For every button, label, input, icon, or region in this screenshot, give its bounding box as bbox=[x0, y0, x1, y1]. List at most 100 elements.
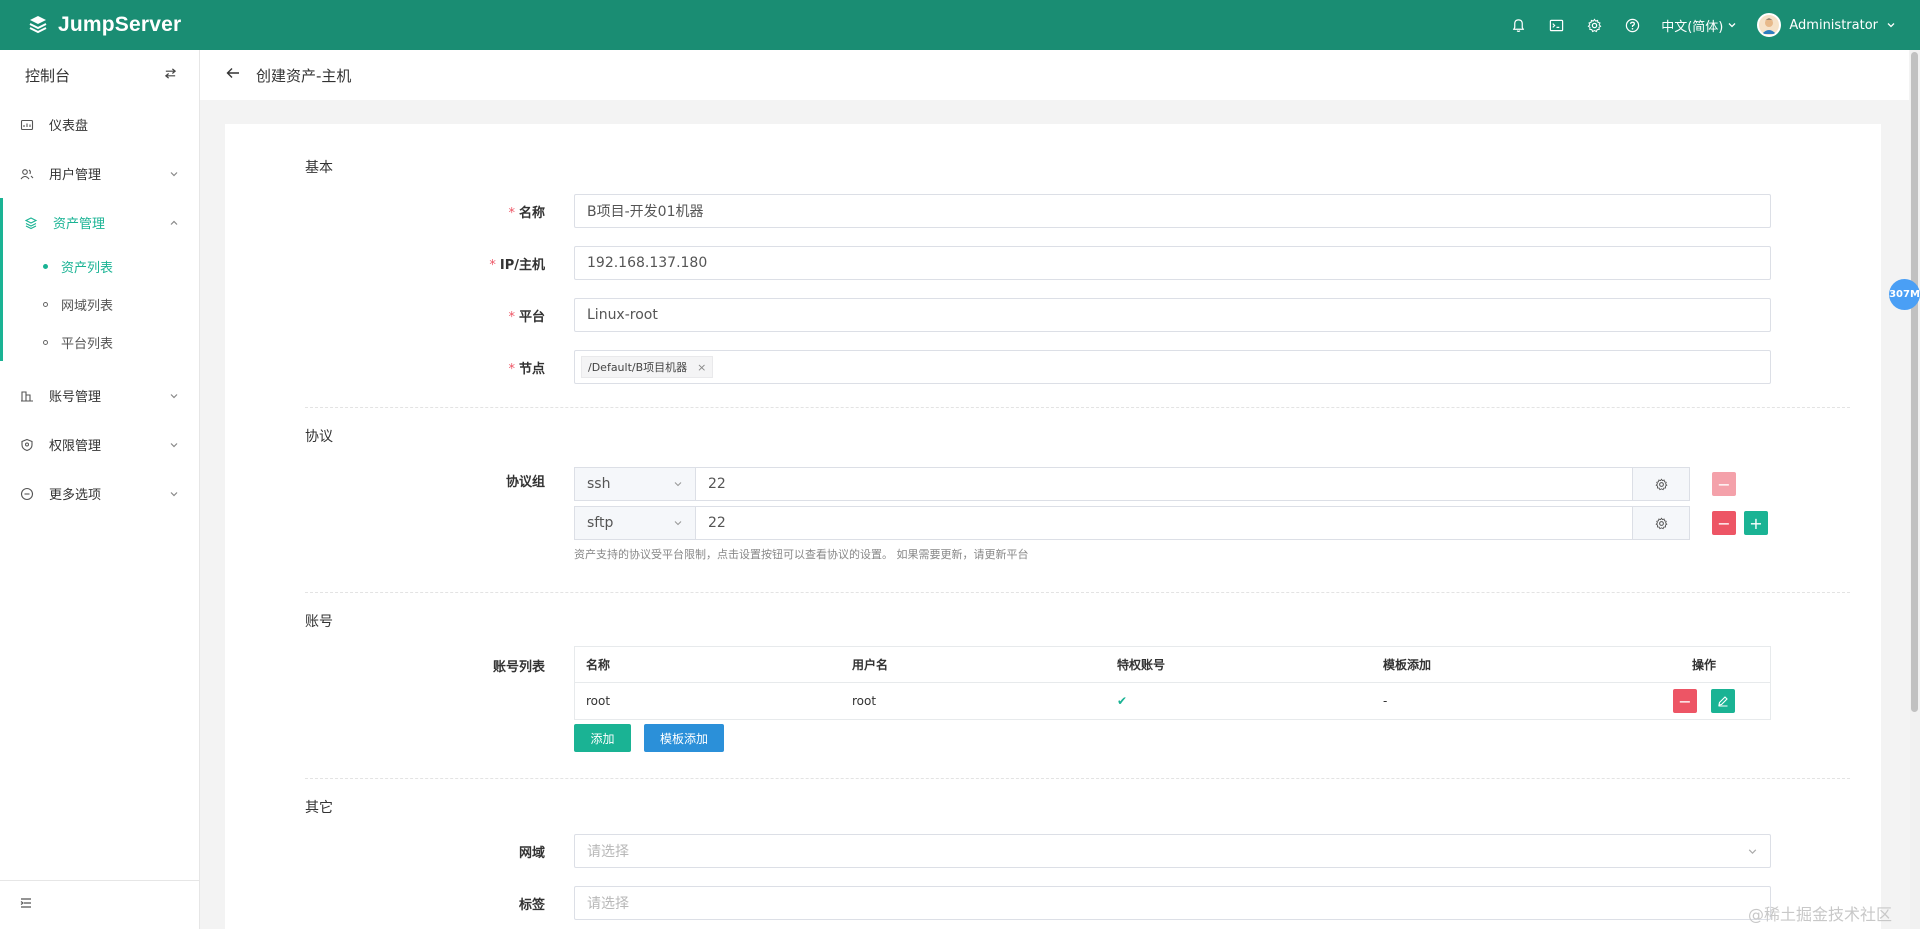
node-tag: /Default/B项目机器 × bbox=[581, 356, 714, 378]
account-list-label: 账号列表 bbox=[492, 660, 545, 675]
labels-label: 标签 bbox=[518, 898, 545, 913]
check-icon: ✔ bbox=[1117, 694, 1128, 708]
user-name: Administrator bbox=[1789, 17, 1878, 33]
gear-icon[interactable] bbox=[1585, 16, 1603, 34]
switch-view-icon[interactable] bbox=[164, 66, 177, 84]
protocol-group-label: 协议组 bbox=[505, 475, 545, 490]
plus-icon: + bbox=[1749, 513, 1763, 533]
page-header: 创建资产-主机 bbox=[200, 50, 1909, 100]
actions-cell: − bbox=[1638, 689, 1770, 713]
protocol-select[interactable]: ssh bbox=[575, 468, 696, 500]
domain-label: 网域 bbox=[518, 846, 545, 861]
memory-badge[interactable]: 307M bbox=[1889, 279, 1920, 310]
name-label: * 名称 bbox=[508, 206, 545, 221]
remove-protocol-button[interactable]: − bbox=[1712, 511, 1736, 535]
protocol-select[interactable]: sftp bbox=[575, 507, 696, 539]
sidebar-group-assets: 资产管理 资产列表 网域列表 平台列表 bbox=[0, 198, 199, 361]
labels-select[interactable]: 请选择 bbox=[574, 886, 1771, 920]
user-menu[interactable]: Administrator bbox=[1757, 13, 1896, 37]
language-select[interactable]: 中文(简体) bbox=[1661, 16, 1737, 35]
platform-label: * 平台 bbox=[508, 310, 545, 325]
account-username-cell: root bbox=[852, 694, 877, 708]
sidebar-item-label: 资产管理 bbox=[53, 217, 106, 232]
collapse-sidebar-icon[interactable] bbox=[20, 897, 32, 913]
bell-icon[interactable] bbox=[1509, 16, 1527, 34]
port-input[interactable]: 22 bbox=[696, 468, 1632, 500]
column-header: 模板添加 bbox=[1383, 658, 1432, 672]
back-arrow-icon[interactable] bbox=[226, 66, 240, 84]
port-input[interactable]: 22 bbox=[696, 507, 1632, 539]
sidebar-subitem-label: 平台列表 bbox=[61, 336, 114, 352]
domain-select[interactable]: 请选择 bbox=[574, 834, 1771, 868]
sidebar-item-label: 更多选项 bbox=[49, 488, 102, 503]
template-add-button[interactable]: 模板添加 bbox=[644, 724, 724, 752]
chevron-down-icon bbox=[1748, 848, 1757, 854]
name-input[interactable]: B项目-开发01机器 bbox=[574, 194, 1771, 228]
sidebar-item-label: 权限管理 bbox=[49, 439, 102, 454]
edit-account-button[interactable] bbox=[1711, 689, 1735, 713]
language-label: 中文(简体) bbox=[1661, 19, 1724, 35]
sidebar-title: 控制台 bbox=[25, 66, 71, 85]
chevron-down-icon bbox=[169, 391, 179, 401]
ip-input[interactable]: 192.168.137.180 bbox=[574, 246, 1771, 280]
sidebar-footer bbox=[0, 880, 199, 929]
node-select[interactable]: /Default/B项目机器 × bbox=[574, 350, 1771, 384]
protocol-settings-button[interactable] bbox=[1632, 507, 1689, 539]
account-name-cell: root bbox=[586, 694, 611, 708]
terminal-icon[interactable] bbox=[1547, 16, 1565, 34]
minus-icon: − bbox=[1678, 691, 1692, 711]
sidebar-header: 控制台 bbox=[0, 50, 199, 100]
protocol-settings-button[interactable] bbox=[1632, 468, 1689, 500]
sidebar-item-accounts[interactable]: 账号管理 bbox=[0, 371, 199, 420]
template-cell: - bbox=[1383, 694, 1388, 708]
scrollbar-thumb[interactable] bbox=[1911, 52, 1918, 712]
gear-icon bbox=[1655, 516, 1667, 529]
add-account-button[interactable]: 添加 bbox=[574, 724, 631, 752]
sidebar-item-users[interactable]: 用户管理 bbox=[0, 149, 199, 198]
platform-input[interactable]: Linux-root bbox=[574, 298, 1771, 332]
ip-label: * IP/主机 bbox=[489, 258, 545, 273]
remove-protocol-button[interactable]: − bbox=[1712, 472, 1736, 496]
add-protocol-button[interactable]: + bbox=[1744, 511, 1768, 535]
chevron-down-icon bbox=[169, 489, 179, 499]
sidebar-subitem-platform-list[interactable]: 平台列表 bbox=[3, 323, 199, 361]
chevron-down-icon bbox=[674, 482, 682, 487]
minus-icon: − bbox=[1717, 513, 1731, 533]
logo-text: JumpServer bbox=[58, 13, 182, 36]
sidebar-item-assets[interactable]: 资产管理 bbox=[3, 198, 199, 247]
bullet-icon bbox=[43, 339, 48, 345]
chevron-down-icon bbox=[1887, 23, 1895, 28]
sidebar-subitem-label: 资产列表 bbox=[61, 260, 114, 276]
chevron-down-icon bbox=[674, 521, 682, 526]
sidebar-subitem-label: 网域列表 bbox=[61, 298, 114, 314]
sidebar-subitem-asset-list[interactable]: 资产列表 bbox=[3, 247, 199, 285]
section-title-basic: 基本 bbox=[305, 160, 333, 176]
delete-account-button[interactable]: − bbox=[1673, 689, 1697, 713]
logo[interactable]: JumpServer bbox=[26, 13, 181, 37]
section-title-other: 其它 bbox=[305, 800, 333, 816]
shield-icon bbox=[20, 438, 34, 452]
divider bbox=[305, 592, 1850, 593]
node-label: * 节点 bbox=[508, 362, 545, 377]
table-header: 名称 用户名 特权账号 模板添加 操作 bbox=[575, 647, 1770, 683]
protocol-row: sftp 22 bbox=[574, 506, 1690, 540]
sidebar-item-more[interactable]: 更多选项 bbox=[0, 469, 199, 518]
protocol-row: ssh 22 bbox=[574, 467, 1690, 501]
divider bbox=[305, 778, 1850, 779]
page-title: 创建资产-主机 bbox=[256, 66, 352, 85]
sidebar: 控制台 仪表盘 用户管理 资产管理 资产列表 网域列表 平台列表 账号管理 权限… bbox=[0, 50, 200, 929]
sidebar-subitem-domain-list[interactable]: 网域列表 bbox=[3, 285, 199, 323]
chevron-down-icon bbox=[169, 169, 179, 179]
column-header: 用户名 bbox=[852, 658, 889, 672]
watermark: @稀土掘金技术社区 bbox=[1748, 905, 1893, 924]
help-icon[interactable] bbox=[1623, 16, 1641, 34]
sidebar-item-label: 账号管理 bbox=[49, 390, 102, 405]
sidebar-item-dashboard[interactable]: 仪表盘 bbox=[0, 100, 199, 149]
sidebar-item-permissions[interactable]: 权限管理 bbox=[0, 420, 199, 469]
more-icon bbox=[20, 487, 34, 501]
close-icon[interactable]: × bbox=[697, 361, 706, 374]
dashboard-icon bbox=[20, 118, 34, 132]
edit-icon bbox=[1718, 696, 1728, 707]
section-title-protocol: 协议 bbox=[305, 429, 333, 445]
protocol-hint: 资产支持的协议受平台限制，点击设置按钮可以查看协议的设置。 如果需要更新，请更新… bbox=[574, 548, 1029, 561]
